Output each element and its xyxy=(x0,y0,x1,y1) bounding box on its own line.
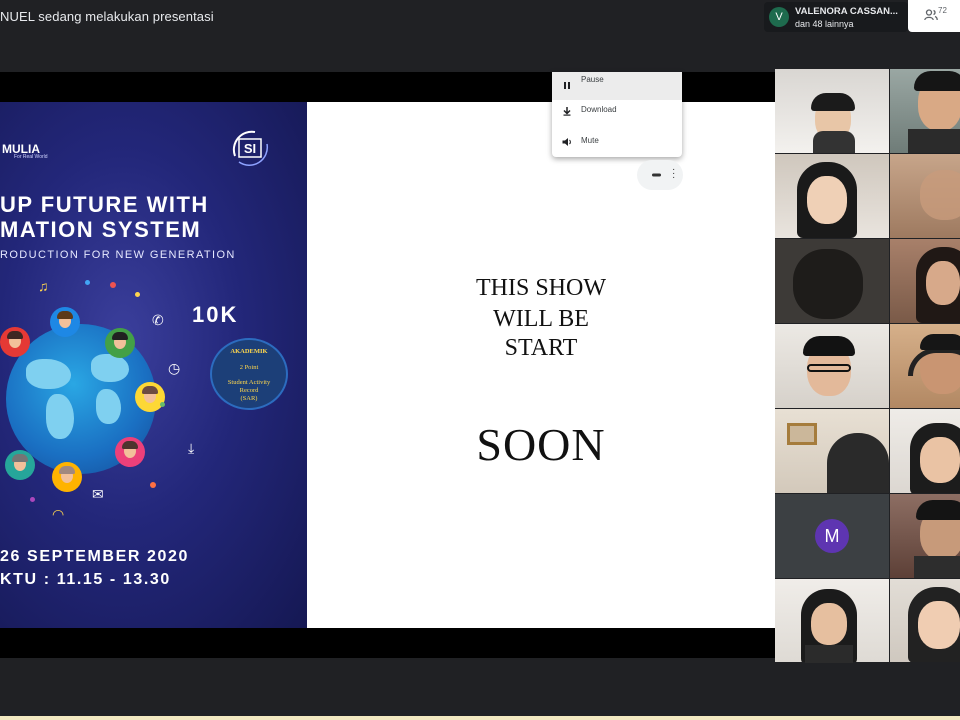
si-logo: SI xyxy=(232,130,269,166)
event-poster: MULIA For Real World SI UP FUTURE WITH M… xyxy=(0,102,307,628)
bottom-accent-strip xyxy=(0,716,960,720)
presenter-status-text: NUEL sedang melakukan presentasi xyxy=(0,9,214,24)
menu-item-pause[interactable]: Pause xyxy=(552,72,682,100)
participant-tile[interactable] xyxy=(775,154,889,238)
participant-others-count: dan 48 lainnya xyxy=(795,19,854,29)
participant-tile[interactable] xyxy=(890,324,960,408)
person-icon xyxy=(115,437,145,467)
si-logo-text: SI xyxy=(244,141,256,156)
people-count: 72 xyxy=(938,6,947,15)
people-button[interactable]: 72 xyxy=(908,0,960,32)
participant-tile[interactable] xyxy=(890,154,960,238)
shared-slide: THIS SHOW WILL BE START SOON xyxy=(307,102,775,628)
participant-name: VALENORA CASSAN... xyxy=(795,6,898,17)
badge-line1: AKADEMIK xyxy=(230,348,268,355)
participant-tile[interactable]: M xyxy=(775,494,889,578)
participant-tile[interactable] xyxy=(890,494,960,578)
slide-line2: WILL BE xyxy=(493,306,589,332)
meeting-bottom-bar xyxy=(0,662,960,720)
slide-line3: START xyxy=(504,335,578,361)
download-icon xyxy=(563,107,571,116)
person-icon xyxy=(105,328,135,358)
badge-line4: Record xyxy=(239,387,259,394)
participant-tile[interactable] xyxy=(775,579,889,663)
participant-tile[interactable] xyxy=(775,324,889,408)
menu-item-label: Download xyxy=(581,105,617,114)
poster-time: KTU : 11.15 - 13.30 xyxy=(0,571,171,588)
person-icon xyxy=(52,462,82,492)
person-icon xyxy=(50,307,80,337)
clock-icon: ◷ xyxy=(168,360,181,376)
poster-subtitle: RODUCTION FOR NEW GENERATION xyxy=(0,249,236,261)
badge-line2: 2 Point xyxy=(239,364,259,371)
more-options-icon[interactable]: · · · xyxy=(672,165,675,183)
participant-tile[interactable] xyxy=(890,579,960,663)
participant-tile[interactable] xyxy=(775,409,889,493)
participant-avatar: M xyxy=(815,519,849,553)
menu-item-label: Pause xyxy=(581,75,604,84)
volume-slider-icon[interactable] xyxy=(652,172,661,178)
participant-tile[interactable] xyxy=(890,239,960,323)
menu-item-mute[interactable]: Mute xyxy=(552,129,682,157)
participant-avatar: V xyxy=(769,7,789,27)
participant-tile[interactable] xyxy=(890,409,960,493)
slide-line1: THIS SHOW xyxy=(476,275,606,301)
wifi-icon: ◠ xyxy=(52,506,65,522)
phone-icon: ✆ xyxy=(152,312,164,328)
participant-tile[interactable] xyxy=(775,69,889,153)
person-icon xyxy=(135,382,165,412)
meeting-top-bar: NUEL sedang melakukan presentasi V VALEN… xyxy=(0,0,960,34)
poster-title-line1: UP FUTURE WITH xyxy=(0,192,209,217)
people-icon xyxy=(924,9,938,21)
participant-summary-chip[interactable]: V VALENORA CASSAN... dan 48 lainnya xyxy=(764,2,908,32)
download-icon: ⤓ xyxy=(188,440,195,456)
badge-line5: (SAR) xyxy=(240,395,258,402)
slide-line4: SOON xyxy=(476,419,606,470)
participant-grid: M xyxy=(775,69,960,663)
mail-icon: ✉ xyxy=(92,486,104,502)
music-note-icon: ♫ xyxy=(38,278,49,294)
player-options-menu: Pause Download Mute xyxy=(552,72,682,157)
poster-brand-tagline: For Real World xyxy=(14,154,48,160)
menu-item-label: Mute xyxy=(581,136,599,145)
person-icon xyxy=(5,450,35,480)
player-controls-pill[interactable]: · · · xyxy=(637,160,683,190)
participant-tile[interactable] xyxy=(890,69,960,153)
sar-badge: AKADEMIK 2 Point Student Activity Record… xyxy=(210,338,288,410)
badge-line3: Student Activity xyxy=(227,379,271,386)
poster-prize: 10K xyxy=(192,302,239,327)
poster-date: 26 SEPTEMBER 2020 xyxy=(0,548,190,565)
poster-title-line2: MATION SYSTEM xyxy=(0,217,202,242)
person-icon xyxy=(0,327,30,357)
pause-icon xyxy=(564,82,570,89)
menu-item-download[interactable]: Download xyxy=(552,98,682,126)
volume-icon xyxy=(562,138,571,146)
participant-tile[interactable] xyxy=(775,239,889,323)
